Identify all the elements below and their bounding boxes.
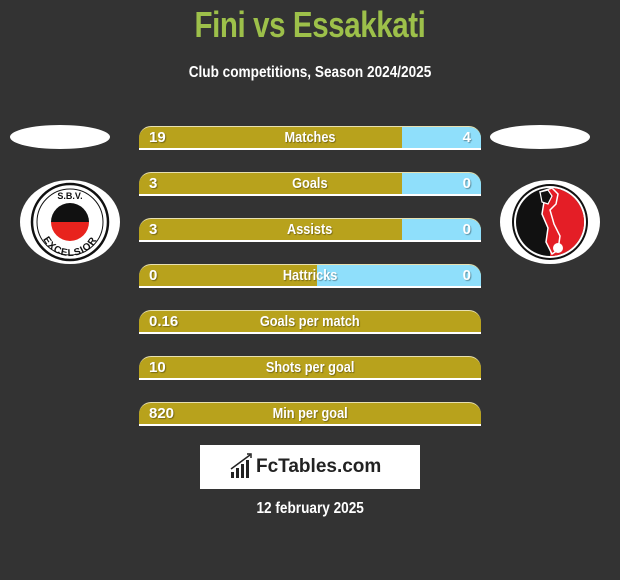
left-value: 3 bbox=[149, 175, 158, 192]
stat-label: Min per goal bbox=[139, 403, 481, 424]
page-title: Fini vs Essakkati bbox=[194, 4, 426, 45]
right-value: 4 bbox=[462, 129, 471, 146]
excelsior-logo: S.B.V. EXCELSIOR bbox=[20, 180, 120, 264]
stat-bar-hattricks: Hattricks 0 0 bbox=[139, 264, 481, 288]
left-value: 0.16 bbox=[149, 313, 179, 330]
fctables-brand[interactable]: FcTables.com bbox=[200, 445, 420, 489]
stat-label-text: Goals per match bbox=[260, 313, 360, 330]
stat-label: Hattricks bbox=[139, 265, 481, 286]
helmond-sport-logo bbox=[500, 180, 600, 264]
brand-name: FcTables.com bbox=[256, 456, 382, 477]
stat-label-text: Goals bbox=[292, 175, 328, 192]
stat-label-text: Matches bbox=[284, 129, 336, 146]
page-subtitle: Club competitions, Season 2024/2025 bbox=[188, 64, 432, 81]
stat-label: Matches bbox=[139, 127, 481, 148]
right-player-placeholder bbox=[490, 125, 590, 149]
left-value: 0 bbox=[149, 267, 158, 284]
stat-label-text: Min per goal bbox=[272, 405, 348, 422]
stat-bar-goals-per-match: Goals per match 0.16 bbox=[139, 310, 481, 334]
stat-label: Goals bbox=[139, 173, 481, 194]
left-value: 10 bbox=[149, 359, 166, 376]
stat-label-text: Assists bbox=[287, 221, 333, 238]
stat-label: Shots per goal bbox=[139, 357, 481, 378]
left-value: 19 bbox=[149, 129, 166, 146]
date-text: 12 february 2025 bbox=[256, 500, 364, 517]
stat-bar-min-per-goal: Min per goal 820 bbox=[139, 402, 481, 426]
right-value: 0 bbox=[462, 267, 471, 284]
bar-chart-icon bbox=[230, 453, 252, 478]
stat-bar-shots-per-goal: Shots per goal 10 bbox=[139, 356, 481, 380]
stat-bar-matches: Matches 19 4 bbox=[139, 126, 481, 150]
stat-label: Assists bbox=[139, 219, 481, 240]
stat-label-text: Shots per goal bbox=[265, 359, 355, 376]
stat-bar-assists: Assists 3 0 bbox=[139, 218, 481, 242]
stat-bar-goals: Goals 3 0 bbox=[139, 172, 481, 196]
left-player-placeholder bbox=[10, 125, 110, 149]
stat-label-text: Hattricks bbox=[282, 267, 338, 284]
logo-text-top: S.B.V. bbox=[57, 191, 82, 201]
right-value: 0 bbox=[462, 221, 471, 238]
stat-label: Goals per match bbox=[139, 311, 481, 332]
right-value: 0 bbox=[462, 175, 471, 192]
left-value: 3 bbox=[149, 221, 158, 238]
helmond-crest-icon bbox=[512, 184, 588, 260]
left-value: 820 bbox=[149, 405, 175, 422]
excelsior-crest-icon: S.B.V. EXCELSIOR bbox=[30, 182, 110, 262]
date-label: 12 february 2025 bbox=[0, 500, 620, 518]
